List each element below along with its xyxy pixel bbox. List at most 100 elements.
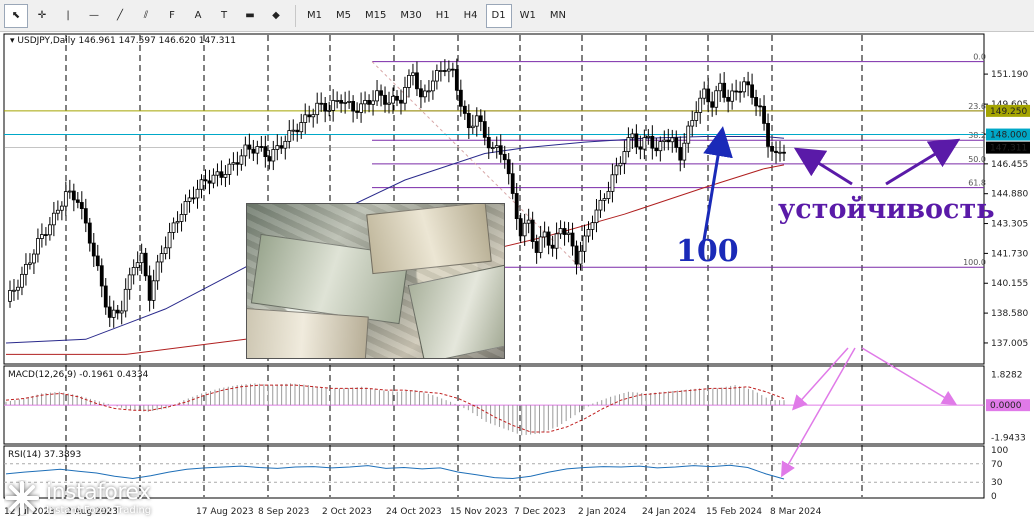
- timeframe-h1[interactable]: H1: [430, 4, 456, 28]
- candle-body: [183, 201, 188, 215]
- fibonacci-icon[interactable]: F: [160, 4, 184, 28]
- candle-body: [434, 70, 439, 82]
- cursor-icon[interactable]: ⬉: [4, 3, 28, 28]
- candle-body: [127, 274, 132, 290]
- crosshair-icon[interactable]: ✛: [30, 4, 54, 28]
- candle-body: [24, 263, 28, 275]
- candle-body: [235, 162, 240, 165]
- chart-area[interactable]: 0.0 23.6 38.2 50.0 61.8 100.0 1.8282 0.0000 -1.…: [0, 32, 1034, 522]
- candle-body: [299, 122, 304, 133]
- candle-body: [395, 95, 399, 101]
- candle-body: [782, 151, 786, 154]
- candle-body: [255, 146, 260, 154]
- fib-level-label: 50.0: [968, 155, 986, 164]
- candle-body: [690, 120, 695, 127]
- date-tick-label: 2 Oct 2023: [322, 507, 372, 517]
- watermark-tagline: Instant Forex Trading: [46, 505, 152, 516]
- candle-body: [267, 156, 272, 162]
- candle-body: [263, 146, 268, 157]
- timeframe-h4[interactable]: H4: [458, 4, 484, 28]
- candle-body: [574, 245, 579, 265]
- price-tick-label: 140.155: [991, 279, 1028, 289]
- candle-body: [514, 193, 519, 220]
- timeframe-m1[interactable]: M1: [301, 4, 328, 28]
- annotation-stability: устойчивость: [778, 194, 995, 225]
- candle-body: [199, 179, 204, 190]
- candle-body: [167, 231, 172, 249]
- timeframe-w1[interactable]: W1: [514, 4, 542, 28]
- text-icon[interactable]: A: [186, 4, 210, 28]
- candle-body: [379, 90, 383, 96]
- candle-body: [175, 221, 180, 224]
- candle-body: [139, 252, 144, 264]
- watermark-text: instaforex Instant Forex Trading: [46, 480, 151, 516]
- candle-body: [287, 130, 292, 142]
- candle-body: [522, 222, 527, 237]
- vertical-line-icon[interactable]: |: [56, 4, 80, 28]
- candle-body: [327, 110, 332, 112]
- candle-body: [762, 105, 766, 124]
- timeframe-d1[interactable]: D1: [485, 3, 512, 28]
- candle-body: [602, 198, 607, 201]
- candle-body: [32, 253, 36, 264]
- macd-zero-tag-label: 0.0000: [990, 401, 1022, 411]
- candle-body: [542, 231, 547, 238]
- candle-body: [207, 180, 212, 184]
- candle-body: [550, 244, 555, 249]
- timeframe-m15[interactable]: M15: [359, 4, 392, 28]
- candle-body: [259, 146, 264, 148]
- candle-body: [8, 290, 12, 302]
- shapes-dropdown-icon[interactable]: ◆: [264, 4, 288, 28]
- timeframe-m5[interactable]: M5: [330, 4, 357, 28]
- candle-body: [774, 150, 778, 154]
- candle-body: [91, 242, 96, 257]
- candle-body: [179, 214, 184, 222]
- candle-body: [387, 102, 391, 105]
- rsi-tick-label: 100: [991, 446, 1008, 456]
- candle-body: [323, 102, 328, 112]
- horizontal-line-icon[interactable]: —: [82, 4, 106, 28]
- candle-body: [163, 247, 168, 254]
- candle-body: [343, 102, 348, 104]
- timeframe-bar: M1 M5 M15 M30 H1 H4 D1 W1 MN: [301, 3, 574, 28]
- candle-body: [606, 190, 611, 199]
- candle-body: [726, 96, 731, 102]
- candle-body: [63, 191, 68, 207]
- candle-body: [474, 115, 479, 127]
- candle-body: [16, 286, 20, 291]
- timeframe-m30[interactable]: M30: [394, 4, 427, 28]
- text-label-icon[interactable]: T: [212, 4, 236, 28]
- banknote-yen-2: [247, 307, 369, 358]
- candle-body: [231, 162, 236, 165]
- candle-body: [578, 250, 583, 265]
- candle-body: [367, 100, 371, 105]
- candle-body: [423, 90, 427, 98]
- rectangle-icon[interactable]: ▬: [238, 4, 262, 28]
- equidistant-channel-icon[interactable]: ⫽: [134, 4, 158, 28]
- candle-body: [686, 125, 691, 144]
- candle-body: [251, 148, 256, 154]
- candle-body: [407, 74, 411, 88]
- candle-body: [586, 228, 591, 237]
- timeframe-mn[interactable]: MN: [544, 4, 572, 28]
- candle-body: [283, 140, 288, 149]
- candle-body: [506, 159, 511, 175]
- candle-body: [750, 84, 754, 98]
- candle-body: [151, 280, 156, 301]
- candle-body: [319, 102, 324, 105]
- candle-body: [538, 236, 543, 253]
- macd-tick-label: -1.9433: [991, 434, 1026, 444]
- candle-body: [670, 137, 675, 143]
- trendline-icon[interactable]: ╱: [108, 4, 132, 28]
- candle-body: [291, 129, 296, 132]
- candle-body: [438, 70, 443, 72]
- date-tick-label: 15 Nov 2023: [450, 507, 508, 517]
- candle-body: [734, 90, 739, 93]
- macd-header: MACD(12,26,9) -0.1961 0.4334: [8, 370, 149, 380]
- candle-body: [534, 241, 539, 253]
- candle-body: [315, 102, 320, 116]
- candle-body: [450, 68, 455, 71]
- level-tag-149250-label: 149.250: [990, 107, 1027, 117]
- candle-body: [678, 147, 683, 161]
- candle-body: [159, 253, 164, 263]
